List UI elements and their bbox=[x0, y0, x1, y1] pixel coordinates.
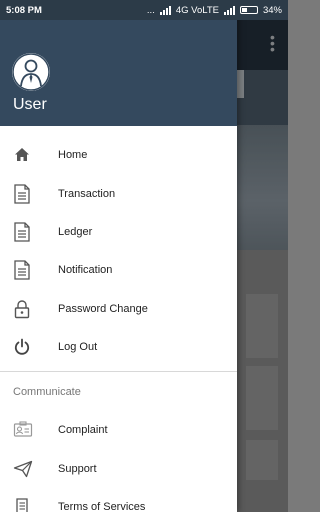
navigation-drawer: User Home Transaction Ledger Notificatio… bbox=[0, 0, 237, 512]
battery-icon bbox=[239, 6, 258, 14]
menu-item-transaction[interactable]: Transaction bbox=[0, 174, 237, 212]
menu-item-label: Home bbox=[58, 149, 88, 162]
menu-item-label: Notification bbox=[58, 264, 113, 277]
menu-item-ledger[interactable]: Ledger bbox=[0, 213, 237, 251]
document-icon bbox=[0, 175, 58, 213]
menu-item-label: Transaction bbox=[58, 187, 116, 200]
menu-item-notification[interactable]: Notification bbox=[0, 251, 237, 289]
menu-item-terms-of-services[interactable]: Terms of Services bbox=[0, 488, 237, 512]
user-avatar-icon bbox=[12, 53, 50, 91]
document-icon bbox=[0, 251, 58, 289]
battery-percent: 34% bbox=[262, 4, 282, 16]
menu-divider bbox=[0, 371, 237, 372]
menu-item-label: Terms of Services bbox=[58, 500, 146, 512]
send-icon bbox=[0, 450, 58, 488]
status-time: 5:08 PM bbox=[6, 4, 42, 16]
status-indicators: ... 4G VoLTE 34% bbox=[147, 5, 282, 16]
menu-item-support[interactable]: Support bbox=[0, 449, 237, 487]
menu-item-home[interactable]: Home bbox=[0, 136, 237, 174]
power-icon bbox=[0, 328, 58, 366]
status-dots: ... bbox=[146, 4, 155, 16]
id-card-icon bbox=[0, 411, 58, 449]
signal-icon bbox=[223, 5, 235, 15]
document-icon bbox=[0, 213, 58, 251]
avatar[interactable] bbox=[12, 53, 50, 91]
drawer-menu: Home Transaction Ledger Notification Pas… bbox=[0, 136, 237, 366]
signal-icon bbox=[159, 5, 171, 15]
section-label-communicate: Communicate bbox=[13, 386, 81, 398]
menu-item-label: Ledger bbox=[58, 225, 93, 238]
communicate-menu: Complaint Support Terms of Services bbox=[0, 411, 237, 512]
home-icon bbox=[0, 136, 58, 174]
menu-item-password-change[interactable]: Password Change bbox=[0, 290, 237, 328]
menu-item-label: Complaint bbox=[58, 424, 108, 437]
menu-item-complaint[interactable]: Complaint bbox=[0, 411, 237, 449]
menu-item-label: Log Out bbox=[58, 341, 98, 354]
menu-item-label: Password Change bbox=[58, 302, 148, 315]
lock-icon bbox=[0, 290, 58, 328]
user-name: User bbox=[13, 96, 47, 113]
menu-item-log-out[interactable]: Log Out bbox=[0, 328, 237, 366]
network-label: 4G VoLTE bbox=[175, 4, 219, 16]
menu-item-label: Support bbox=[58, 462, 97, 475]
scroll-icon bbox=[0, 488, 58, 512]
status-bar: 5:08 PM ... 4G VoLTE 34% bbox=[0, 0, 288, 20]
